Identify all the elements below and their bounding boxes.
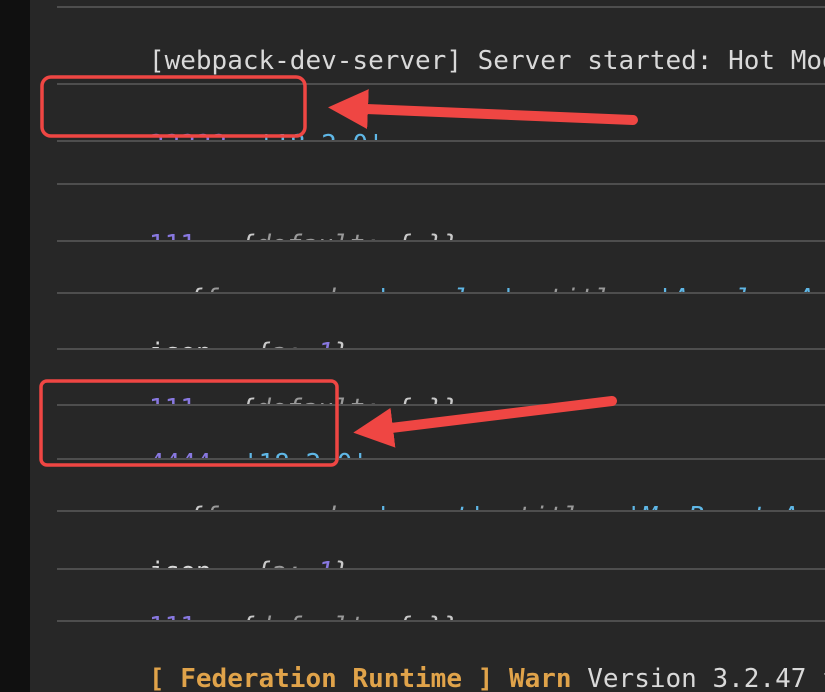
object-key: title <box>516 502 594 510</box>
console-message-json-a: json ▶ {a: 1} <box>30 294 825 348</box>
warn-text: Version 3.2.47 from ap <box>587 664 825 692</box>
console-message-json-a: json ▶ {a: 1} <box>30 512 825 568</box>
colon: : <box>626 284 657 292</box>
brace-close: } <box>443 394 459 404</box>
object-ellipsis: {…} <box>396 230 443 240</box>
object-key: framework <box>203 502 344 510</box>
brace-close: } <box>443 612 459 620</box>
colon: : <box>595 502 626 510</box>
object-expand-icon[interactable]: ▶ <box>165 283 175 292</box>
brace-open: { <box>240 612 256 620</box>
object-key: a <box>271 557 287 568</box>
object-key: title <box>548 284 626 292</box>
string-value: 'angular' <box>375 284 516 292</box>
brace-close: } <box>443 230 459 240</box>
logged-number: 111 <box>149 230 196 240</box>
comma: , <box>485 502 516 510</box>
object-key: default <box>255 230 365 240</box>
object-ellipsis: {…} <box>396 612 443 620</box>
console-message-4444: 4444 '18.2.0' <box>30 406 825 458</box>
object-expand-icon[interactable]: ▶ <box>217 393 227 404</box>
colon: : <box>344 502 375 510</box>
colon: : <box>344 284 375 292</box>
colon: : <box>365 230 396 240</box>
console-message-33333: 33333 '18.2.0' <box>30 85 825 140</box>
console-message-111-default: 111 ▶ {default: {…}} <box>30 570 825 620</box>
object-key: default <box>255 612 365 620</box>
object-expand-icon[interactable]: ▶ <box>217 611 227 620</box>
logged-number: 33333 <box>149 130 227 140</box>
console-message-111-default: 111 ▶ {default: {…}} <box>30 185 825 240</box>
brace-open: { <box>240 394 256 404</box>
message-text: [webpack-dev-server] Server started: Hot… <box>148 46 825 76</box>
number-value: 1 <box>318 557 334 568</box>
logged-number: 4444 <box>149 449 212 458</box>
left-gutter <box>0 0 30 692</box>
number-value: 1 <box>318 338 334 348</box>
devtools-console-screenshot: [webpack-dev-server] Server started: Hot… <box>0 0 825 692</box>
logged-version-string: '18.2.0' <box>259 130 384 140</box>
console-log-area[interactable]: [webpack-dev-server] Server started: Hot… <box>30 0 825 692</box>
logged-label: json <box>149 557 212 568</box>
comma: , <box>516 284 547 292</box>
string-value: 'react' <box>375 502 485 510</box>
string-value: 'Angular App' <box>657 284 825 292</box>
console-message-framework-angular: ▶ {framework: 'angular', title: 'Angular … <box>30 242 825 292</box>
warn-tag: [ Federation Runtime ] <box>148 664 494 692</box>
object-expand-icon[interactable]: ▶ <box>233 337 243 348</box>
console-message-webpack: [webpack-dev-server] Server started: Hot… <box>30 8 825 83</box>
warn-level: Warn <box>508 664 572 692</box>
brace-close: } <box>333 557 349 568</box>
object-key: a <box>271 338 287 348</box>
brace-open: { <box>255 557 271 568</box>
object-expand-icon[interactable]: ▶ <box>233 556 243 568</box>
object-key: default <box>255 394 365 404</box>
colon: : <box>287 338 318 348</box>
colon: : <box>365 612 396 620</box>
brace-open: { <box>240 230 256 240</box>
logged-number: 111 <box>149 612 196 620</box>
object-expand-icon[interactable]: ▶ <box>165 501 175 510</box>
logged-label: json <box>149 338 212 348</box>
brace-open: { <box>255 338 271 348</box>
console-message-111-default: 111 ▶ {default: {…}} <box>30 350 825 404</box>
object-key: framework <box>203 284 344 292</box>
string-value: 'My React App' <box>626 502 825 510</box>
console-message-framework-react: ▶ {framework: 'react', title: 'My React A… <box>30 460 825 510</box>
object-ellipsis: {…} <box>396 394 443 404</box>
console-message-federation-warn: [ Federation Runtime ] Warn Version 3.2.… <box>30 622 825 692</box>
object-expand-icon[interactable]: ▶ <box>217 229 227 240</box>
message-text: Angular is running in development mode. … <box>149 180 825 183</box>
logged-number: 111 <box>149 394 196 404</box>
brace-open: { <box>188 502 204 510</box>
brace-close: } <box>333 338 349 348</box>
console-message-angular-mode: Angular is running in development mode. … <box>30 142 825 183</box>
logged-version-string: '18.2.0' <box>243 449 368 458</box>
colon: : <box>287 557 318 568</box>
colon: : <box>365 394 396 404</box>
brace-open: { <box>188 284 204 292</box>
